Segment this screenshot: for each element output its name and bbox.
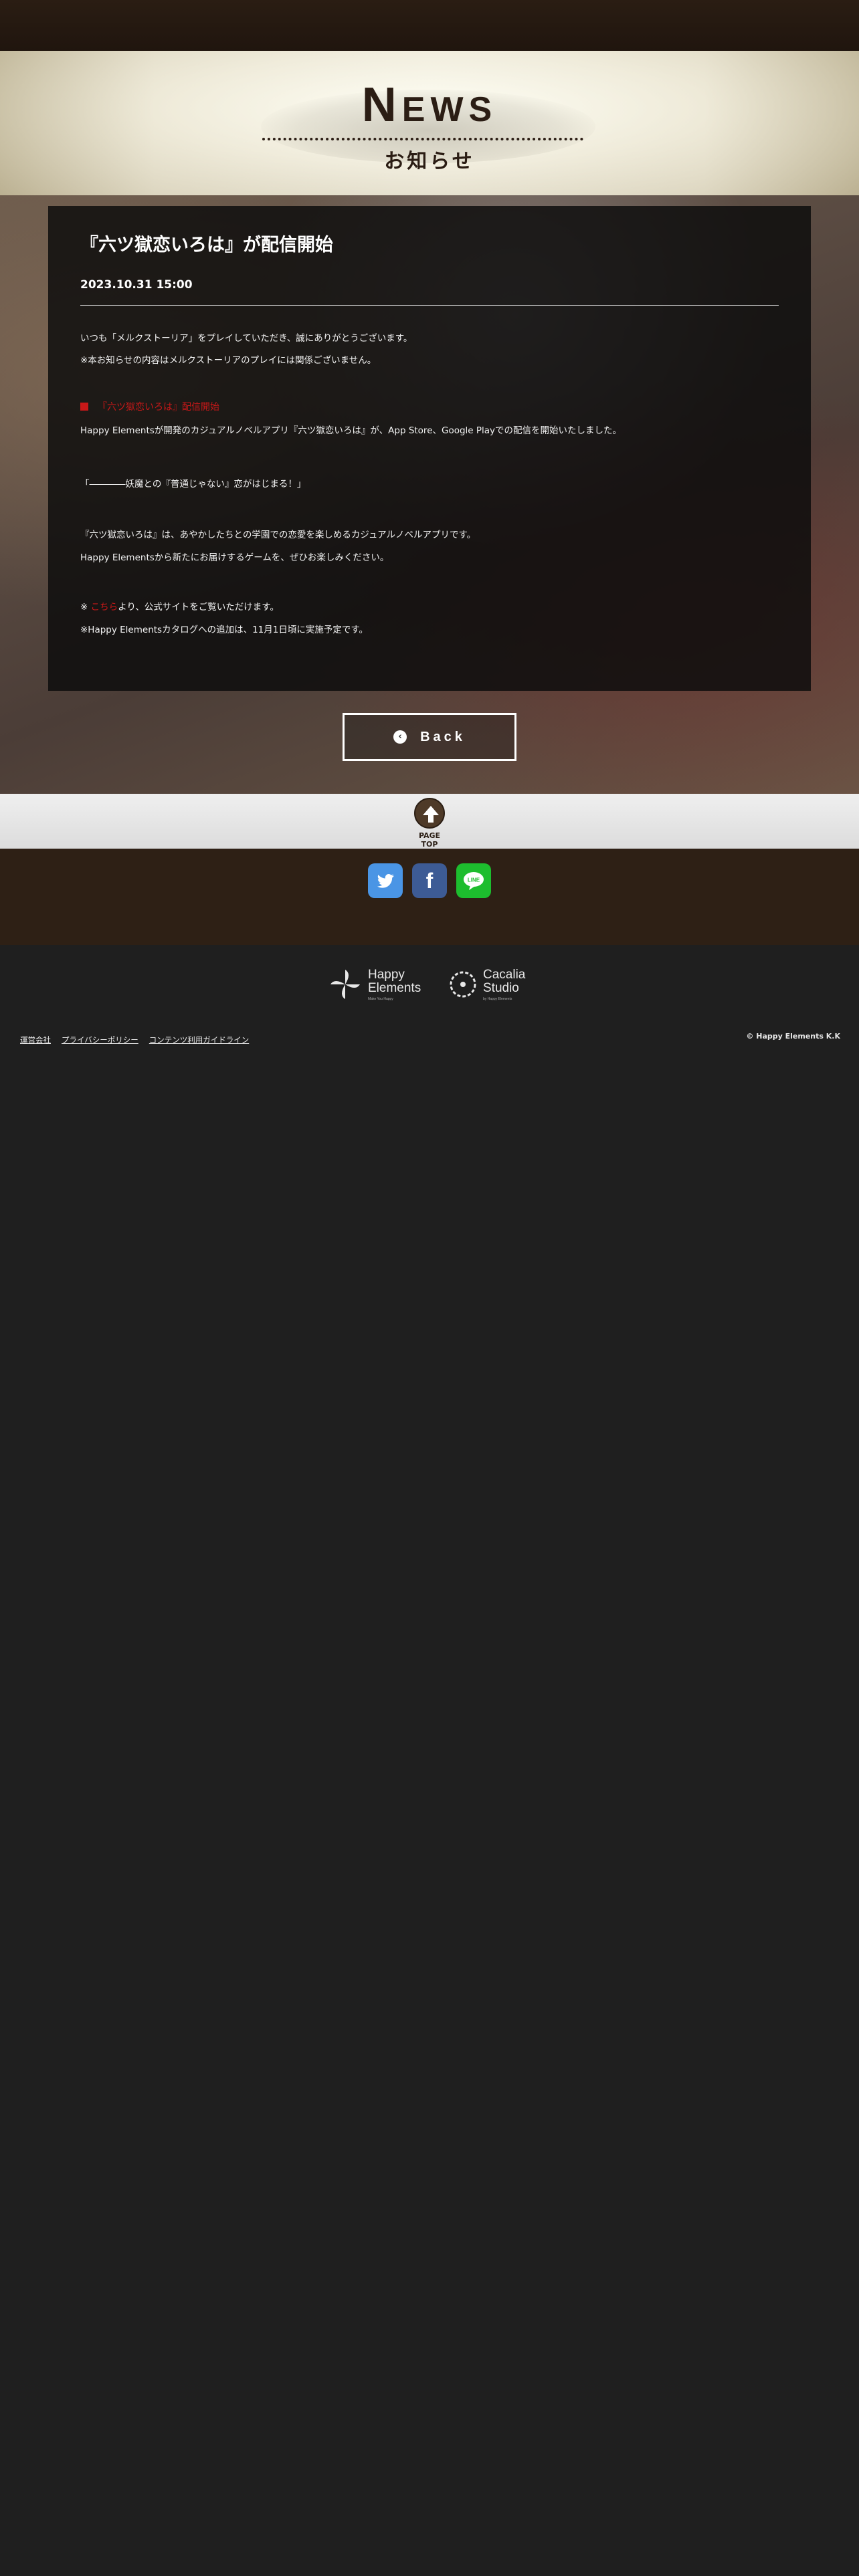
official-site-note: ※ こちらより、公式サイトをご覧いただけます。 xyxy=(80,599,279,613)
intro-line-1: いつも「メルクストーリア」をプレイしていただき、誠にありがとうございます。 xyxy=(80,333,413,344)
cacalia-wordmark: Cacalia Studio by Happy Elements xyxy=(483,968,525,1001)
note-prefix: ※ xyxy=(80,602,88,613)
description-line-2: Happy Elementsから新たにお届けするゲームを、ぜひお楽しみください。 xyxy=(80,552,389,563)
news-header: NEWS お知らせ xyxy=(0,51,859,195)
article-date: 2023.10.31 15:00 xyxy=(80,278,193,292)
happy-elements-logo[interactable]: Happy Elements Make You Happy xyxy=(328,965,421,1004)
page-top-band: PAGE TOP xyxy=(0,794,859,849)
intro-line-2: ※本お知らせの内容はメルクストーリアのプレイには関係ございません。 xyxy=(80,355,377,366)
copyright: © Happy Elements K.K xyxy=(746,1032,840,1041)
cacalia-star-logo-icon xyxy=(450,971,476,998)
cacalia-line2: Studio xyxy=(483,980,519,995)
catalog-note: ※Happy Elementsカタログへの追加は、11月1日頃に実施予定です。 xyxy=(80,625,368,635)
page-title-initial: N xyxy=(361,78,402,132)
official-site-link[interactable]: こちら xyxy=(91,602,118,613)
facebook-share-button[interactable]: f xyxy=(412,863,447,898)
footer-link-privacy[interactable]: プライバシーポリシー xyxy=(62,1035,138,1045)
page-title: NEWS xyxy=(0,78,859,132)
square-bullet-icon xyxy=(80,403,88,411)
cacalia-tagline: by Happy Elements xyxy=(483,996,512,1001)
twitter-bird-icon xyxy=(377,874,394,888)
tagline-text: 「――――妖魔との『普通じゃない』恋がはじまる！」 xyxy=(80,479,306,490)
article-title: 『六ツ獄恋いろは』が配信開始 xyxy=(80,235,333,255)
section-heading-text: 『六ツ獄恋いろは』配信開始 xyxy=(98,402,219,413)
page-top-button[interactable]: PAGE TOP xyxy=(409,798,450,849)
line-share-button[interactable]: LINE xyxy=(456,863,491,898)
happy-elements-line1: Happy xyxy=(368,967,405,982)
page-subtitle: お知らせ xyxy=(384,150,475,173)
top-bar xyxy=(0,0,859,51)
footer-link-company[interactable]: 運営会社 xyxy=(20,1035,51,1045)
svg-text:LINE: LINE xyxy=(468,877,480,883)
announcement-text: Happy Elementsが開発のカジュアルノベルアプリ『六ツ獄恋いろは』が、… xyxy=(80,425,622,436)
footer-links: 運営会社 プライバシーポリシー コンテンツ利用ガイドライン xyxy=(20,1035,249,1045)
footer: Happy Elements Make You Happy Cacalia St… xyxy=(0,945,859,2576)
page-top-label: PAGE TOP xyxy=(418,831,441,849)
happy-elements-wordmark: Happy Elements Make You Happy xyxy=(368,968,421,1001)
cacalia-line1: Cacalia xyxy=(483,967,526,982)
article-divider xyxy=(80,305,779,306)
note-suffix: より、公式サイトをご覧いただけます。 xyxy=(118,602,279,613)
article-panel: 『六ツ獄恋いろは』が配信開始 2023.10.31 15:00 いつも「メルクス… xyxy=(48,206,811,691)
happy-elements-tagline: Make You Happy xyxy=(368,996,393,1001)
pinwheel-logo-icon xyxy=(330,970,360,999)
social-band: f LINE xyxy=(0,849,859,945)
section-heading: 『六ツ獄恋いろは』配信開始 xyxy=(80,400,219,413)
back-button-label: Back xyxy=(420,729,466,744)
cacalia-studio-logo[interactable]: Cacalia Studio by Happy Elements xyxy=(447,965,525,1004)
back-button[interactable]: ‹ Back xyxy=(343,713,516,761)
chevron-left-circle-icon: ‹ xyxy=(393,730,407,744)
description-line-1: 『六ツ獄恋いろは』は、あやかしたちとの学園での恋愛を楽しめるカジュアルノベルアプ… xyxy=(80,530,476,540)
footer-link-content-guidelines[interactable]: コンテンツ利用ガイドライン xyxy=(149,1035,250,1045)
page-title-rest: EWS xyxy=(401,90,498,129)
background-scene: 『六ツ獄恋いろは』が配信開始 2023.10.31 15:00 いつも「メルクス… xyxy=(0,195,859,794)
arrow-up-icon xyxy=(414,798,445,829)
facebook-f-icon: f xyxy=(425,868,434,893)
dotted-divider xyxy=(262,138,583,140)
happy-elements-line2: Elements xyxy=(368,980,421,995)
twitter-share-button[interactable] xyxy=(368,863,403,898)
line-bubble-icon: LINE xyxy=(464,872,484,890)
